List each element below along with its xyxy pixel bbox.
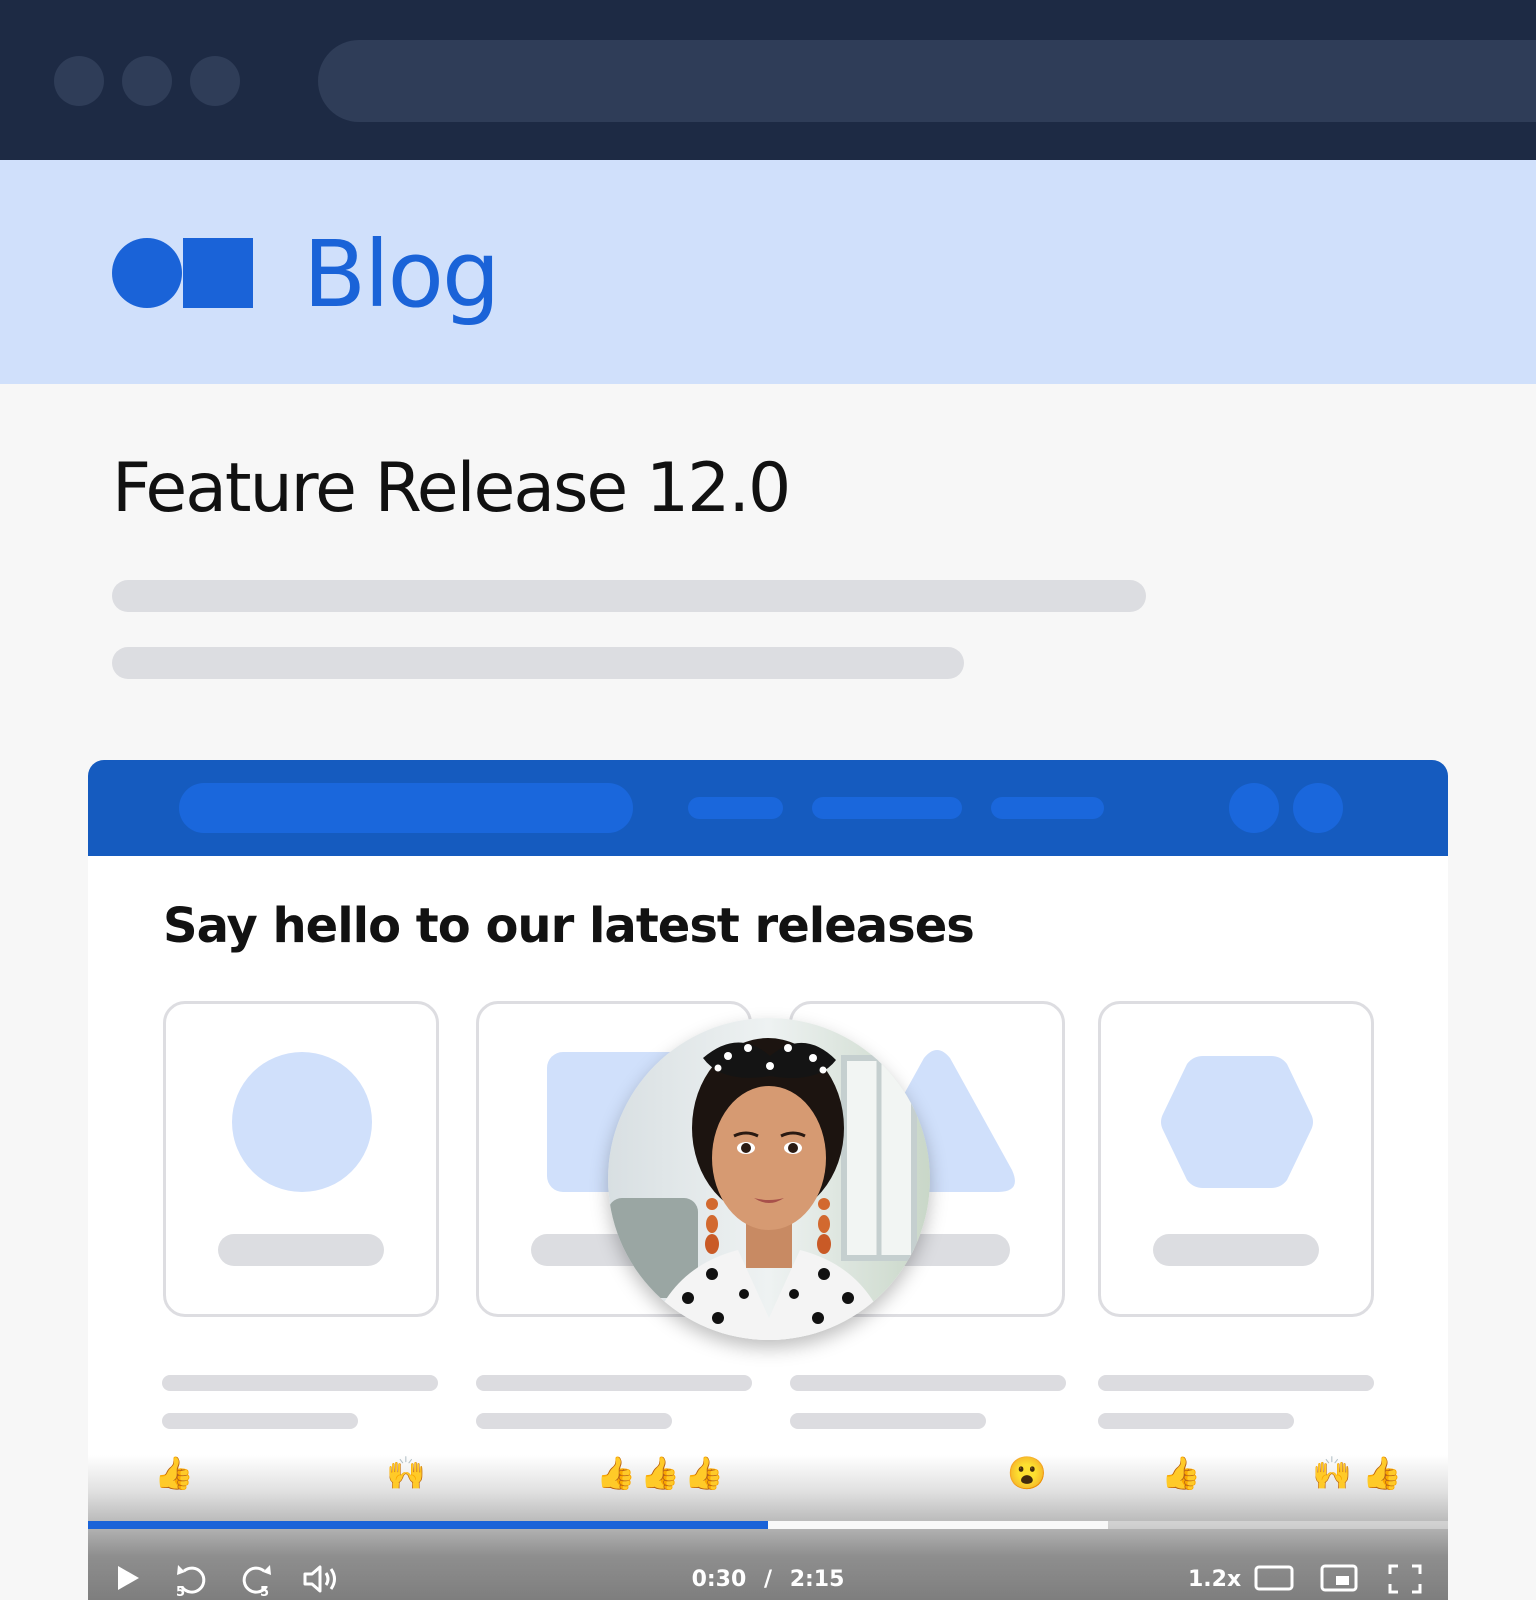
total-time: 2:15 (789, 1567, 845, 1592)
text-placeholder-line (162, 1413, 358, 1429)
progress-played (88, 1521, 768, 1529)
logo-circle-icon (112, 238, 182, 308)
address-bar[interactable] (318, 40, 1536, 122)
text-placeholder-line (790, 1413, 986, 1429)
window-control-dot[interactable] (54, 56, 104, 106)
progress-track[interactable] (88, 1521, 1448, 1529)
hexagon-shape-icon (1161, 1056, 1313, 1188)
presenter-video-bubble[interactable] (608, 1018, 930, 1340)
reaction-marker[interactable]: 👍 (684, 1457, 724, 1489)
circle-shape-icon (232, 1052, 372, 1192)
video-site-navbar (88, 760, 1448, 856)
blog-title[interactable]: Blog (303, 220, 500, 330)
video-player[interactable]: Say hello to our latest releases 👍 🙌 👍 👍… (88, 760, 1448, 1600)
card-label-placeholder (218, 1234, 384, 1266)
reaction-marker[interactable]: 🙌 (386, 1457, 426, 1489)
reaction-marker[interactable]: 👍 (596, 1457, 636, 1489)
reaction-marker[interactable]: 🙌 (1312, 1457, 1352, 1489)
release-card (163, 1001, 439, 1317)
text-placeholder-line (1098, 1413, 1294, 1429)
card-label-placeholder (1153, 1234, 1319, 1266)
nav-link-placeholder (688, 797, 783, 819)
reaction-marker[interactable]: 👍 (1362, 1457, 1402, 1489)
release-card (1098, 1001, 1374, 1317)
time-display: 0:30 / 2:15 (88, 1567, 1448, 1592)
nav-link-placeholder (991, 797, 1104, 819)
playback-speed-button[interactable]: 1.2x (1188, 1567, 1241, 1592)
blog-header: Blog (0, 160, 1536, 384)
text-placeholder-line (112, 580, 1146, 612)
logo-square-icon (183, 238, 253, 308)
text-placeholder-line (476, 1375, 752, 1391)
theater-mode-icon[interactable] (1254, 1563, 1294, 1593)
reaction-marker[interactable]: 👍 (640, 1457, 680, 1489)
text-placeholder-line (1098, 1375, 1374, 1391)
page-title: Feature Release 12.0 (112, 449, 791, 528)
current-time: 0:30 (691, 1567, 747, 1592)
fullscreen-icon[interactable] (1388, 1563, 1422, 1595)
browser-chrome (0, 0, 1536, 160)
picture-in-picture-icon[interactable] (1320, 1563, 1358, 1593)
nav-link-placeholder (812, 797, 962, 819)
text-placeholder-line (162, 1375, 438, 1391)
reaction-marker[interactable]: 👍 (1161, 1457, 1201, 1489)
nav-search-placeholder (179, 783, 633, 833)
nav-avatar-placeholder (1293, 783, 1343, 833)
reaction-marker[interactable]: 😮 (1007, 1457, 1047, 1489)
text-placeholder-line (790, 1375, 1066, 1391)
nav-avatar-placeholder (1229, 783, 1279, 833)
time-separator: / (763, 1567, 773, 1592)
video-controls: 👍 🙌 👍 👍 👍 😮 👍 🙌 👍 5 5 0:30 / 2:15 1.2x (88, 1455, 1448, 1600)
window-control-dot[interactable] (122, 56, 172, 106)
text-placeholder-line (112, 647, 964, 679)
reaction-marker[interactable]: 👍 (154, 1457, 194, 1489)
video-headline: Say hello to our latest releases (163, 898, 975, 954)
presenter-illustration (608, 1018, 930, 1340)
text-placeholder-line (476, 1413, 672, 1429)
window-control-dot[interactable] (190, 56, 240, 106)
